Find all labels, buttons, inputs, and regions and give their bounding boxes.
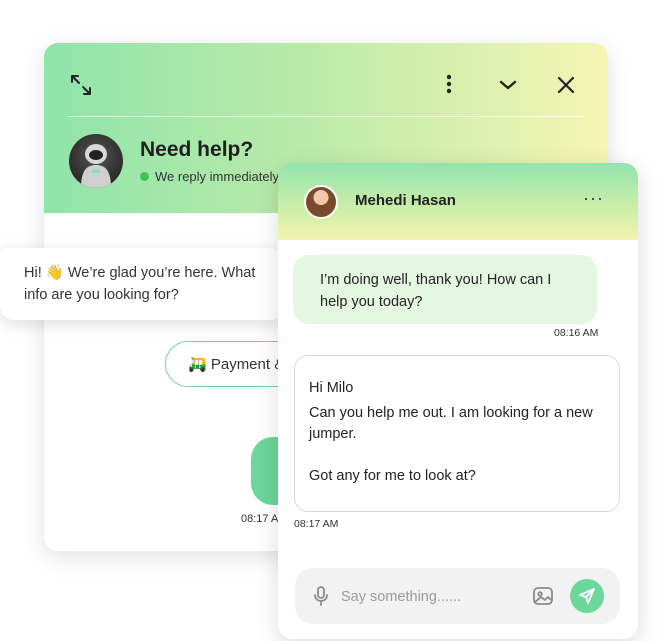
send-icon <box>579 588 595 604</box>
agent-name: Mehedi Hasan <box>355 192 456 209</box>
reply-status-text: We reply immediately <box>155 169 280 184</box>
chevron-down-icon[interactable] <box>496 73 520 97</box>
user-message-line: Can you help me out. I am looking for a … <box>309 405 593 442</box>
close-icon[interactable] <box>554 73 578 97</box>
image-icon[interactable] <box>531 584 555 608</box>
agent-message-text: I’m doing well, thank you! How can I hel… <box>320 272 552 310</box>
reply-status: We reply immediately <box>140 169 279 184</box>
user-message-line: Got any for me to look at? <box>309 468 476 484</box>
greeting-bubble: Hi! 👋 We’re glad you’re here. What info … <box>0 248 284 320</box>
agent-message-time: 08:16 AM <box>554 327 599 339</box>
expand-icon[interactable] <box>69 73 93 97</box>
widget-title: Need help? <box>140 138 254 161</box>
header-divider <box>68 116 584 117</box>
more-vertical-icon[interactable] <box>437 72 461 96</box>
user-message-time: 08:17 AM <box>294 518 339 530</box>
online-status-icon <box>140 172 149 181</box>
bot-avatar <box>69 134 123 188</box>
greeting-text: Hi! 👋 We’re glad you’re here. What info … <box>24 265 256 303</box>
agent-message-bubble: I’m doing well, thank you! How can I hel… <box>293 255 597 324</box>
chat-window: Mehedi Hasan ··· I’m doing well, thank y… <box>278 163 638 639</box>
user-message-line: Hi Milo <box>309 380 354 396</box>
send-button[interactable] <box>570 579 604 613</box>
message-composer <box>295 568 620 624</box>
agent-avatar <box>304 185 338 219</box>
message-input[interactable] <box>339 584 503 610</box>
user-message-bubble: Hi Milo Can you help me out. I am lookin… <box>294 355 620 512</box>
chat-header: Mehedi Hasan ··· <box>278 163 638 240</box>
microphone-icon[interactable] <box>309 584 333 608</box>
more-horizontal-icon[interactable]: ··· <box>583 189 604 207</box>
